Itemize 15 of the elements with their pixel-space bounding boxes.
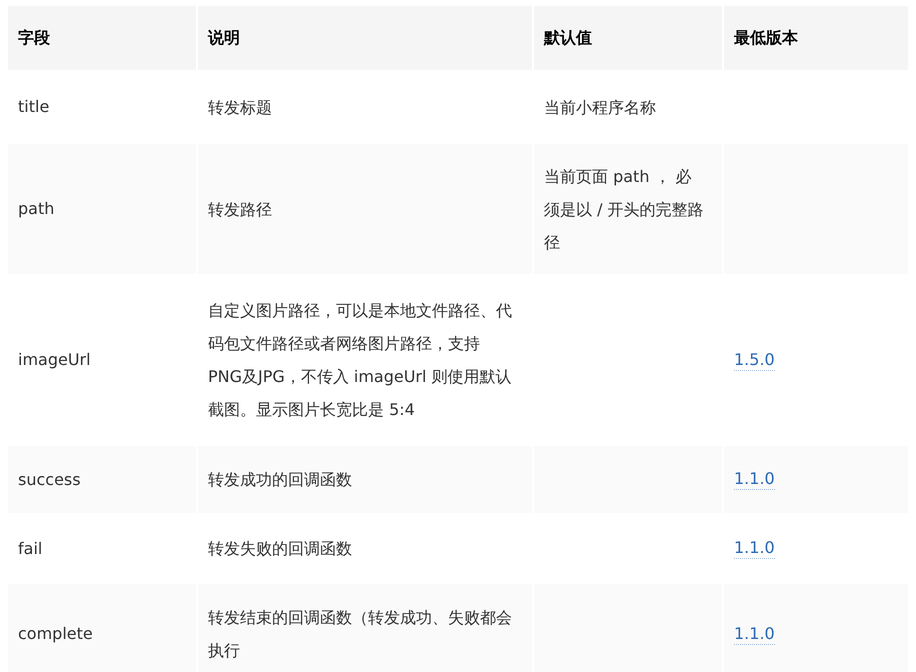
table-cell: 转发成功的回调函数: [198, 446, 532, 513]
table-cell: complete: [8, 584, 196, 672]
table-cell: 转发结束的回调函数（转发成功、失败都会执行: [198, 584, 532, 672]
column-header: 最低版本: [724, 6, 908, 70]
version-link[interactable]: 1.1.0: [734, 624, 775, 644]
column-header: 字段: [8, 6, 196, 70]
table-cell: path: [8, 144, 196, 274]
table-cell: 转发路径: [198, 144, 532, 274]
version-link[interactable]: 1.1.0: [734, 469, 775, 490]
table-cell: success: [8, 446, 196, 513]
version-link[interactable]: 1.1.0: [734, 538, 775, 559]
column-header: 默认值: [534, 6, 722, 70]
version-link[interactable]: 1.5.0: [734, 350, 775, 370]
column-header: 说明: [198, 6, 532, 70]
table-cell: 当前页面 path ， 必须是以 / 开头的完整路径: [534, 144, 722, 274]
